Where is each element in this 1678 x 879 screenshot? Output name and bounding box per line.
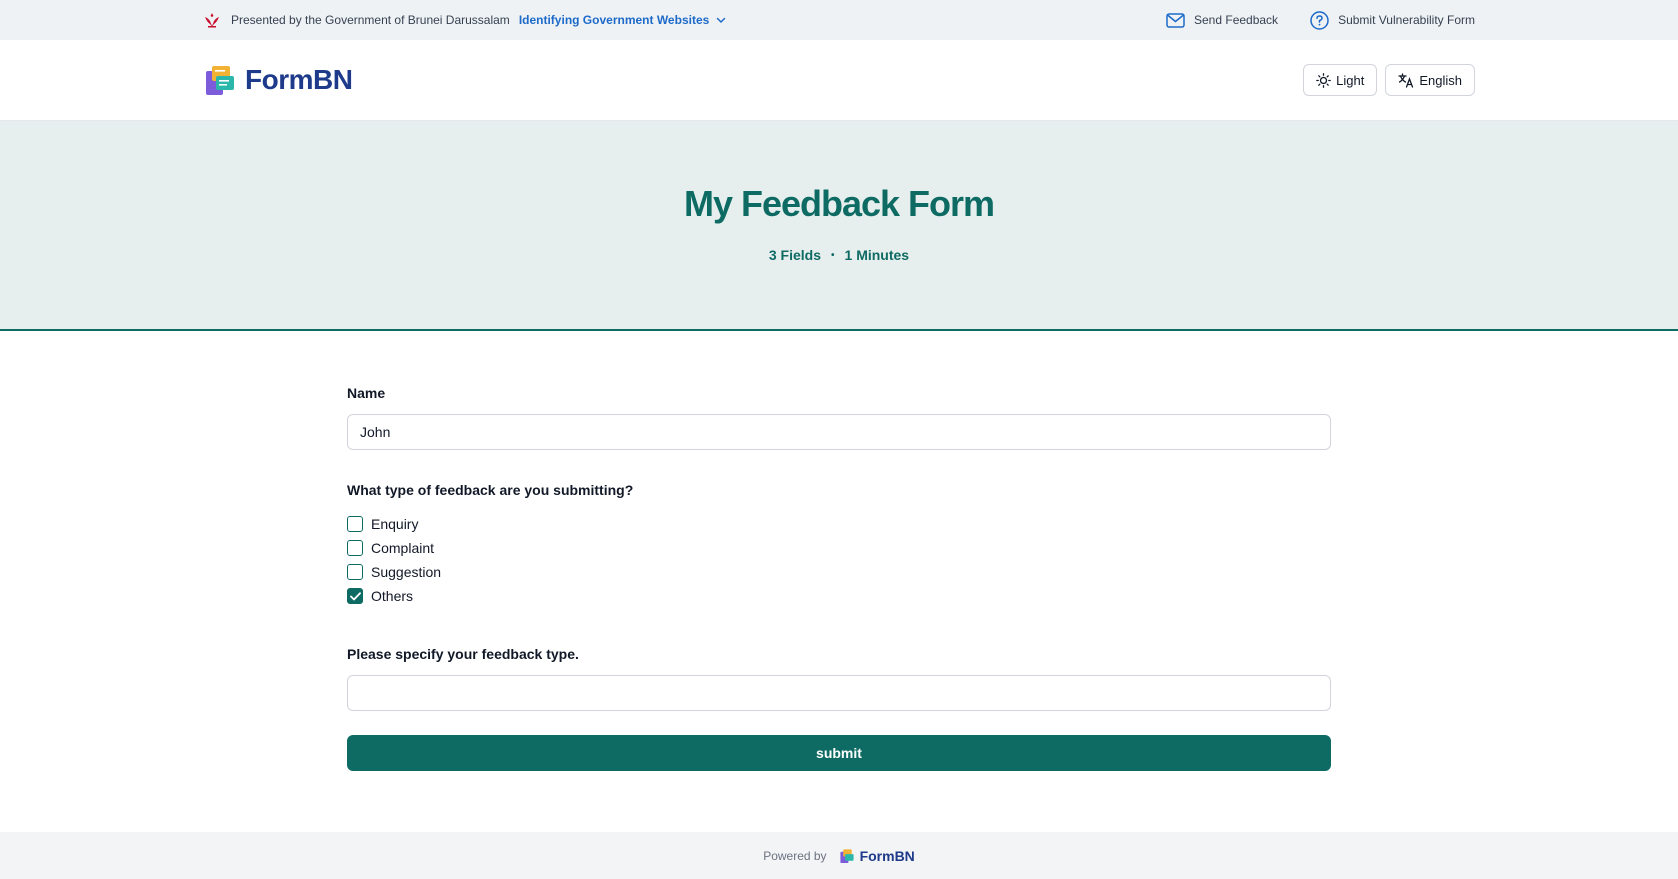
site-header: FormBN Light English [0,40,1678,121]
name-label: Name [347,385,386,401]
option-others[interactable]: Others [347,584,1331,608]
formbn-logo-icon [206,66,234,95]
feedback-type-question: What type of feedback are you submitting… [347,482,634,498]
gov-banner: Presented by the Government of Brunei Da… [0,0,1678,40]
form-meta: 3 Fields • 1 Minutes [0,247,1678,263]
feedback-form: Name What type of feedback are you submi… [347,331,1331,771]
theme-label: Light [1336,72,1365,88]
sun-icon [1316,72,1332,88]
option-enquiry[interactable]: Enquiry [347,512,1331,536]
gov-banner-right: Send Feedback Submit Vulnerability Form [1166,10,1475,30]
submit-vulnerability-link[interactable]: Submit Vulnerability Form [1310,10,1475,30]
option-label: Enquiry [371,516,419,532]
option-suggestion[interactable]: Suggestion [347,560,1331,584]
check-icon [349,591,361,600]
name-input[interactable] [347,414,1331,450]
feedback-type-options: Enquiry Complaint Suggestion Others [347,512,1331,608]
specify-feedback-label: Please specify your feedback type. [347,646,579,662]
language-button[interactable]: English [1385,64,1475,96]
form-hero: My Feedback Form 3 Fields • 1 Minutes [0,121,1678,331]
chevron-down-icon [717,17,726,24]
send-feedback-label: Send Feedback [1194,13,1279,27]
checkbox-suggestion[interactable] [347,564,363,580]
formbn-logo[interactable]: FormBN [203,63,353,97]
submit-button[interactable]: submit [347,735,1331,771]
field-count: 3 Fields [768,247,822,263]
identifying-websites-link[interactable]: Identifying Government Websites [519,13,727,27]
option-complaint[interactable]: Complaint [347,536,1331,560]
gov-banner-left: Presented by the Government of Brunei Da… [203,11,727,29]
form-title: My Feedback Form [683,183,995,224]
checkbox-enquiry[interactable] [347,516,363,532]
submit-vulnerability-label: Submit Vulnerability Form [1338,13,1475,27]
option-label: Others [371,588,414,604]
help-circle-icon [1310,10,1329,30]
meta-separator: • [831,249,835,261]
specify-feedback-input[interactable] [347,675,1331,711]
option-label: Suggestion [371,564,442,580]
theme-toggle-button[interactable]: Light [1303,64,1378,96]
checkbox-others[interactable] [347,588,363,604]
footer-brand-name[interactable]: FormBN [860,848,915,864]
presented-by-text: Presented by the Government of Brunei Da… [231,13,510,27]
header-actions: Light English [1295,64,1475,96]
mail-icon [1166,12,1185,28]
powered-by-text: Powered by [763,848,827,863]
page-footer: Powered by FormBN [0,832,1678,879]
brunei-crest-icon [203,11,221,29]
duration: 1 Minutes [844,247,910,263]
checkbox-complaint[interactable] [347,540,363,556]
brand-name: FormBN [245,64,353,95]
language-label: English [1419,72,1462,88]
translate-icon [1398,72,1414,88]
identifying-websites-label: Identifying Government Websites [518,13,710,27]
send-feedback-link[interactable]: Send Feedback [1166,12,1279,28]
option-label: Complaint [371,540,435,556]
formbn-footer-logo-icon [839,848,854,863]
